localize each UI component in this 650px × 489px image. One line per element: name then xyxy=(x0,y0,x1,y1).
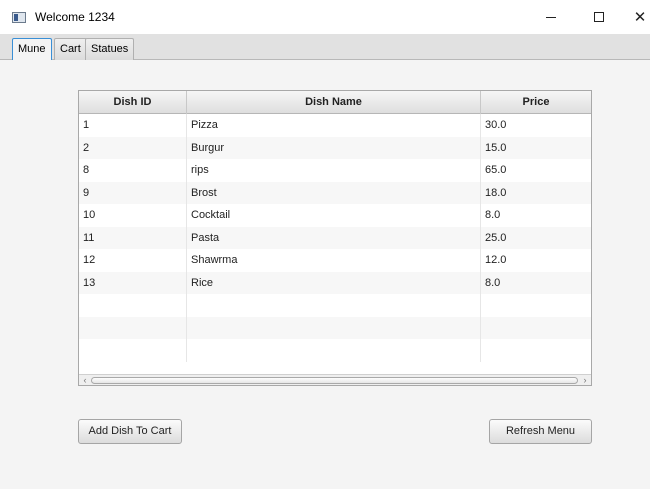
add-dish-to-cart-button[interactable]: Add Dish To Cart xyxy=(78,419,182,444)
app-window-icon xyxy=(12,12,26,23)
cell-price: 25.0 xyxy=(485,231,507,244)
window-title: Welcome 1234 xyxy=(35,10,115,24)
cell-price: 15.0 xyxy=(485,141,507,154)
cell-dish-id xyxy=(79,316,187,339)
cell-dish-id: 13 xyxy=(79,271,187,294)
cell-dish-name: Shawrma xyxy=(187,249,481,272)
scrollbar-thumb[interactable] xyxy=(91,377,578,384)
tab-header: Mune Cart Statues xyxy=(0,34,650,61)
minimize-button[interactable] xyxy=(536,4,566,30)
cell-dish-id: 9 xyxy=(79,181,187,204)
menu-table[interactable]: Dish ID Dish Name Price 1 Pizza 30.0 2 Burgu… xyxy=(78,90,592,386)
table-row-empty[interactable] xyxy=(79,316,591,340)
cell-dish-name: Pasta xyxy=(187,226,481,249)
refresh-menu-button[interactable]: Refresh Menu xyxy=(489,419,592,444)
cell-dish-id: 1 xyxy=(79,114,187,137)
tab-cart[interactable]: Cart xyxy=(54,38,87,60)
cell-price: 8.0 xyxy=(485,276,501,289)
cell-price xyxy=(481,339,591,362)
horizontal-scrollbar[interactable]: ‹ › xyxy=(79,374,591,385)
cell-price xyxy=(481,317,591,340)
table-row-empty[interactable] xyxy=(79,294,591,317)
cell-dish-name: Pizza xyxy=(187,114,481,137)
cell-dish-name: Burgur xyxy=(187,136,481,159)
table-row[interactable]: 11 Pasta 25.0 xyxy=(79,226,591,249)
table-row[interactable]: 12 Shawrma 12.0 xyxy=(79,249,591,272)
cell-dish-name xyxy=(187,339,481,362)
cell-dish-id xyxy=(79,339,187,362)
cell-price: 30.0 xyxy=(485,119,507,131)
cell-dish-id: 11 xyxy=(79,226,187,249)
cell-dish-id: 8 xyxy=(79,159,187,182)
column-header-dish-name[interactable]: Dish Name xyxy=(187,91,481,114)
cell-dish-id: 12 xyxy=(79,249,187,272)
table-row[interactable]: 10 Cocktail 8.0 xyxy=(79,204,591,227)
table-row[interactable]: 2 Burgur 15.0 xyxy=(79,136,591,159)
cell-price: 18.0 xyxy=(485,186,507,199)
cell-dish-id xyxy=(79,294,187,317)
maximize-button[interactable] xyxy=(584,4,614,30)
cell-dish-name xyxy=(187,316,481,339)
table-row[interactable]: 8 rips 65.0 xyxy=(79,159,591,182)
cell-price: 12.0 xyxy=(485,254,507,266)
cell-dish-name: Brost xyxy=(187,181,481,204)
table-row[interactable]: 13 Rice 8.0 xyxy=(79,271,591,294)
close-icon: ✕ xyxy=(633,9,647,26)
scroll-right-arrow-icon[interactable]: › xyxy=(579,375,591,385)
column-header-price[interactable]: Price xyxy=(481,91,591,114)
table-row[interactable]: 1 Pizza 30.0 xyxy=(79,114,591,137)
cell-dish-name xyxy=(187,294,481,317)
cell-dish-id: 10 xyxy=(79,204,187,227)
column-header-dish-id[interactable]: Dish ID xyxy=(79,91,187,114)
tab-mune[interactable]: Mune xyxy=(12,38,52,61)
cell-dish-name: rips xyxy=(187,159,481,182)
cell-price xyxy=(481,294,591,317)
cell-price: 65.0 xyxy=(485,164,507,176)
cell-dish-name: Cocktail xyxy=(187,204,481,227)
title-bar: Welcome 1234 ✕ xyxy=(0,0,650,34)
table-body: 1 Pizza 30.0 2 Burgur 15.0 8 rips 65.0 9 Brost 18.0… xyxy=(79,114,591,362)
tab-statues[interactable]: Statues xyxy=(85,38,135,60)
tab-content-mune: Dish ID Dish Name Price 1 Pizza 30.0 2 Burgu… xyxy=(0,60,650,489)
close-button[interactable]: ✕ xyxy=(625,4,650,30)
cell-dish-name: Rice xyxy=(187,271,481,294)
table-row-empty[interactable] xyxy=(79,339,591,362)
table-row[interactable]: 9 Brost 18.0 xyxy=(79,181,591,204)
table-header: Dish ID Dish Name Price xyxy=(79,91,591,114)
minimize-icon xyxy=(546,16,556,18)
cell-price: 8.0 xyxy=(485,209,501,221)
cell-dish-id: 2 xyxy=(79,136,187,159)
scroll-left-arrow-icon[interactable]: ‹ xyxy=(79,375,91,385)
maximize-icon xyxy=(594,12,604,22)
